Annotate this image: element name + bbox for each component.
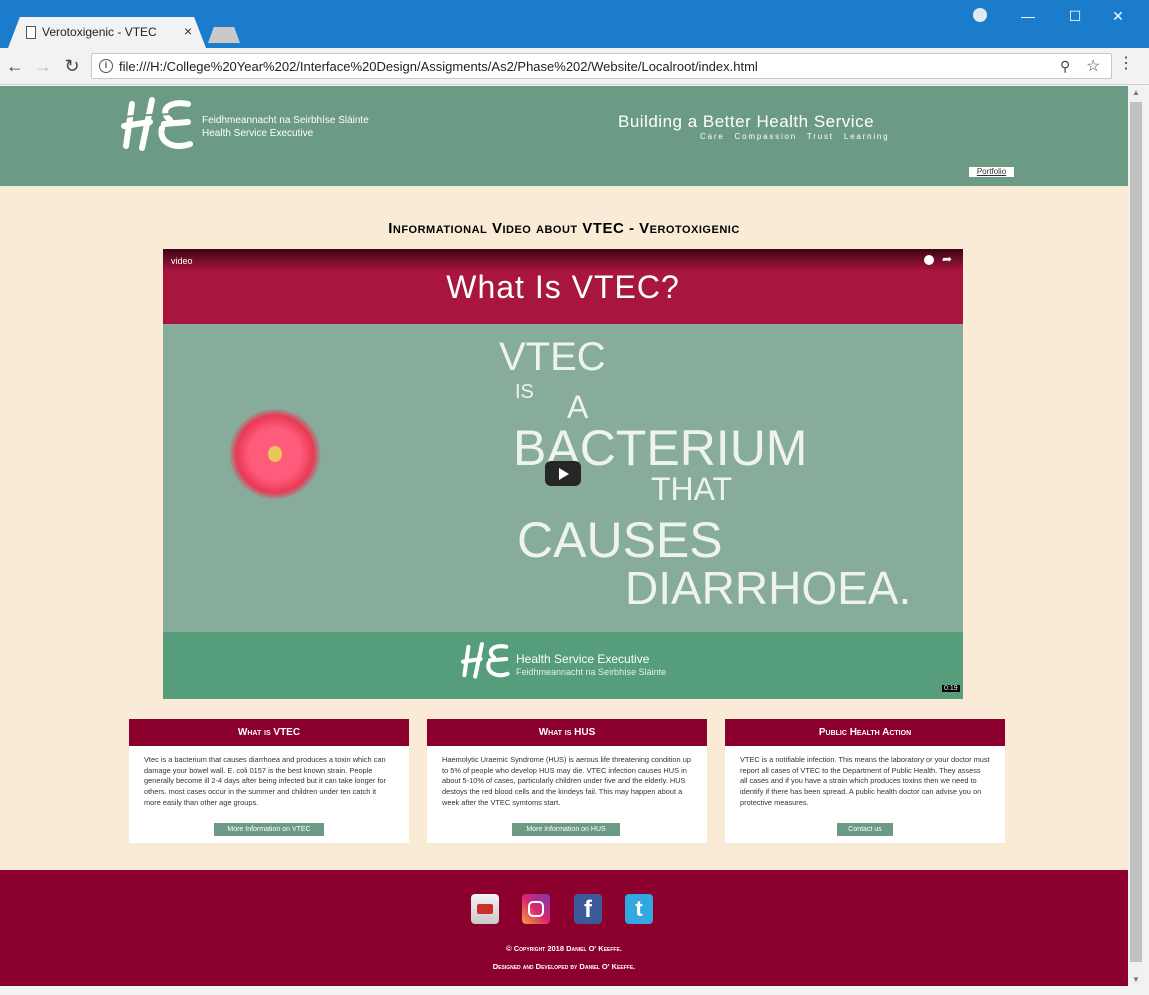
minimize-button[interactable]: —	[1018, 6, 1038, 26]
reload-button[interactable]: ↻	[62, 55, 82, 77]
account-icon[interactable]	[970, 5, 990, 25]
card-title: What is VTEC	[129, 719, 409, 746]
video-player[interactable]: What Is VTEC? video ➦ VTEC IS A BACTERIU…	[163, 249, 963, 699]
video-text-line: THAT	[651, 471, 733, 507]
browser-toolbar: ← → ↻ i file:///H:/College%20Year%202/In…	[0, 48, 1149, 85]
portfolio-link[interactable]: Portfolio	[969, 167, 1014, 177]
address-bar[interactable]: i file:///H:/College%20Year%202/Interfac…	[91, 53, 1112, 79]
status-bar	[0, 986, 1149, 995]
browser-menu-icon[interactable]: ⋮	[1118, 56, 1134, 72]
site-footer: f t © Copyright 2018 Daniel O' Keeffe. D…	[0, 870, 1128, 986]
card-body: Haemolytic Uraemic Syndrome (HUS) is aer…	[442, 755, 691, 807]
video-footer-band: Health Service Executive Feidhmeannacht …	[163, 632, 963, 699]
url-text[interactable]: file:///H:/College%20Year%202/Interface%…	[119, 59, 758, 74]
video-footer-title: Health Service Executive	[516, 652, 650, 666]
org-name-english: Health Service Executive	[202, 128, 314, 139]
watch-later-icon[interactable]	[924, 255, 934, 265]
card-title: Public Health Action	[725, 719, 1005, 746]
scroll-up-icon[interactable]: ▲	[1132, 88, 1140, 97]
close-tab-icon[interactable]: ×	[184, 23, 192, 39]
video-label[interactable]: video	[171, 256, 193, 266]
hse-logo-icon[interactable]	[118, 94, 198, 156]
close-window-button[interactable]: ✕	[1108, 6, 1128, 26]
info-card-hus: What is HUS Haemolytic Uraemic Syndrome …	[427, 719, 707, 843]
video-text-line: IS	[515, 381, 534, 403]
hse-logo-icon	[461, 642, 510, 679]
card-body: Vtec is a bacterium that causes diarrhoe…	[144, 755, 386, 807]
video-text-line: VTEC	[499, 335, 606, 379]
more-info-vtec-button[interactable]: More Information on VTEC	[214, 823, 324, 836]
copyright-text: © Copyright 2018 Daniel O' Keeffe.	[506, 944, 622, 953]
credit-text: Designed and Developed by Daniel O' Keef…	[492, 962, 636, 971]
forward-button[interactable]: →	[33, 55, 53, 77]
page-icon	[26, 26, 36, 39]
instagram-icon[interactable]	[522, 894, 550, 924]
slogan-values: Care Compassion Trust Learning	[700, 132, 890, 141]
video-text-line: DIARRHOEA.	[625, 562, 912, 614]
org-name: Feidhmeannacht na Seirbhíse Sláinte Heal…	[202, 114, 369, 140]
browser-tab-active[interactable]: Verotoxigenic - VTEC ×	[8, 17, 206, 48]
card-body: VTEC is a notifiable infection. This mea…	[740, 755, 990, 807]
video-duration: 0:19	[942, 685, 960, 692]
video-footer-subtitle: Feidhmeannacht na Seirbhíse Sláinte	[516, 667, 667, 677]
more-info-hus-button[interactable]: More Information on HUS	[512, 823, 620, 836]
video-title-band: What Is VTEC?	[163, 249, 963, 324]
youtube-icon[interactable]	[471, 894, 499, 924]
new-tab-button[interactable]	[208, 27, 240, 43]
zoom-icon[interactable]: ⚲	[1060, 58, 1070, 75]
bacterium-core	[268, 446, 282, 462]
browser-title-bar: Verotoxigenic - VTEC × — ☐ ✕	[0, 0, 1149, 48]
video-title: What Is VTEC?	[446, 269, 680, 305]
video-top-shade	[163, 249, 963, 271]
card-title: What is HUS	[427, 719, 707, 746]
slogan: Building a Better Health Service	[618, 112, 875, 131]
play-button-icon[interactable]	[545, 461, 581, 486]
scroll-down-icon[interactable]: ▼	[1132, 975, 1140, 984]
contact-us-button[interactable]: Contact us	[837, 823, 893, 836]
share-icon[interactable]: ➦	[942, 252, 952, 266]
info-card-vtec: What is VTEC Vtec is a bacterium that ca…	[129, 719, 409, 843]
org-name-irish: Feidhmeannacht na Seirbhíse Sláinte	[202, 115, 369, 126]
bookmark-star-icon[interactable]: ☆	[1086, 56, 1100, 76]
page-viewport: Feidhmeannacht na Seirbhíse Sláinte Heal…	[0, 86, 1128, 986]
page-scrollbar[interactable]: ▲ ▼	[1128, 86, 1144, 986]
facebook-icon[interactable]: f	[574, 894, 602, 924]
bacterium-illustration-icon	[229, 409, 321, 499]
scroll-thumb[interactable]	[1130, 102, 1142, 962]
back-button[interactable]: ←	[5, 55, 25, 77]
twitter-icon[interactable]: t	[625, 894, 653, 924]
tab-title: Verotoxigenic - VTEC	[42, 25, 157, 39]
site-info-icon[interactable]: i	[99, 59, 113, 73]
page-title: Informational Video about VTEC - Verotox…	[388, 220, 740, 237]
info-card-public-health: Public Health Action VTEC is a notifiabl…	[725, 719, 1005, 843]
maximize-button[interactable]: ☐	[1065, 6, 1085, 26]
site-header: Feidhmeannacht na Seirbhíse Sláinte Heal…	[0, 86, 1128, 186]
